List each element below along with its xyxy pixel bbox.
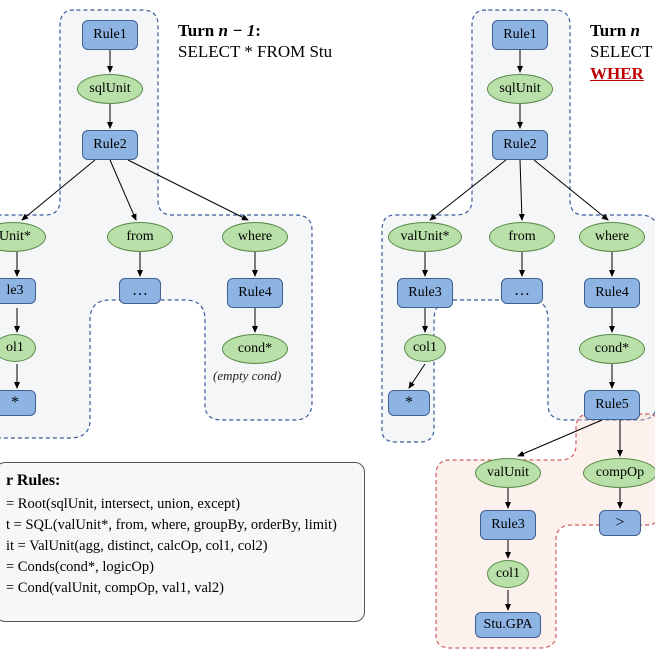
right-rule1: Rule1	[492, 20, 548, 50]
left-col1: ol1	[0, 334, 36, 362]
right-from: from	[489, 222, 555, 252]
left-title-colon: :	[255, 21, 261, 40]
left-where: where	[222, 222, 288, 252]
left-sqlunit: sqlUnit	[77, 74, 143, 104]
right-where: where	[579, 222, 645, 252]
rule-line-1: = Root(sqlUnit, intersect, union, except…	[6, 494, 354, 515]
rule-line-2: t = SQL(valUnit*, from, where, groupBy, …	[6, 515, 354, 536]
right-caption-line2: SELECT	[590, 42, 652, 61]
left-from-dots: …	[119, 278, 161, 304]
left-valunit: lUnit*	[0, 222, 46, 252]
right-cond: cond*	[579, 334, 645, 364]
right-valunit2: valUnit	[475, 458, 541, 488]
left-cond: cond*	[222, 334, 288, 364]
right-rule5: Rule5	[584, 390, 640, 420]
left-caption-line2: SELECT * FROM Stu	[178, 42, 332, 61]
left-rule4: Rule4	[227, 278, 283, 308]
right-title-prefix: Turn	[590, 21, 630, 40]
rule-line-3: it = ValUnit(agg, distinct, calcOp, col1…	[6, 536, 354, 557]
right-valunit: valUnit*	[388, 222, 462, 252]
rule-line-4: = Conds(cond*, logicOp)	[6, 557, 354, 578]
right-compop: compOp	[583, 458, 655, 488]
right-caption: Turn n SELECT WHER	[590, 20, 652, 84]
right-star: *	[388, 390, 430, 416]
left-rule3: le3	[0, 278, 36, 304]
left-title-prefix: Turn	[178, 21, 218, 40]
left-star: *	[0, 390, 36, 416]
right-stugpa: Stu.GPA	[475, 612, 541, 638]
left-rule1: Rule1	[82, 20, 138, 50]
right-rule3: Rule3	[397, 278, 453, 308]
right-sqlunit: sqlUnit	[487, 74, 553, 104]
grammar-rules-box: r Rules: = Root(sqlUnit, intersect, unio…	[0, 462, 365, 622]
right-caption-line3: WHER	[590, 64, 644, 83]
right-title-var: n	[630, 21, 639, 40]
right-rule2: Rule2	[492, 130, 548, 160]
right-gt: >	[599, 510, 641, 536]
left-caption: Turn n − 1: SELECT * FROM Stu	[178, 20, 332, 63]
right-from-dots: …	[501, 278, 543, 304]
right-col1b: col1	[487, 560, 529, 588]
right-rule3b: Rule3	[480, 510, 536, 540]
rules-title: r Rules:	[6, 469, 354, 492]
empty-cond-label: (empty cond)	[213, 368, 281, 384]
right-rule4: Rule4	[584, 278, 640, 308]
right-col1: col1	[404, 334, 446, 362]
rule-line-5: = Cond(valUnit, compOp, val1, val2)	[6, 578, 354, 599]
left-rule2: Rule2	[82, 130, 138, 160]
left-from: from	[107, 222, 173, 252]
left-title-var: n − 1	[218, 21, 255, 40]
